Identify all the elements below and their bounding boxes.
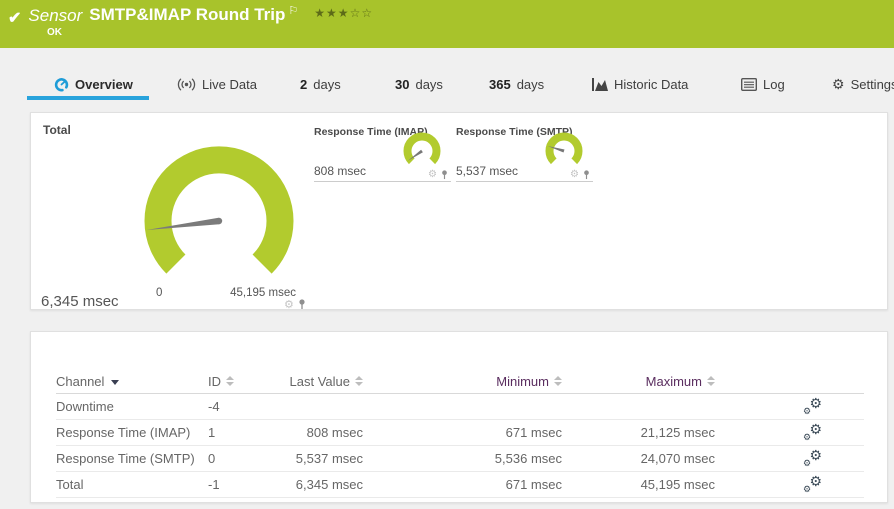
status-ok-check-icon: ✔ (8, 10, 22, 27)
channel-maximum (562, 394, 715, 420)
channel-last-value (248, 394, 363, 420)
column-header-channel-label: Channel (56, 374, 105, 389)
edit-channel-settings-icon[interactable]: ⚙ ⚙ (803, 422, 822, 442)
tab-historic-data[interactable]: Historic Data (592, 74, 688, 94)
object-type-label: Sensor (28, 6, 83, 25)
smtp-gauge-block: Response Time (SMTP) 5,537 msec ⚙ (456, 123, 593, 182)
total-gauge-actions[interactable]: ⚙ (284, 299, 307, 311)
column-header-maximum[interactable]: Maximum (562, 373, 715, 394)
tab-30-days-number: 30 (395, 76, 410, 92)
channel-id: -4 (208, 394, 248, 420)
pin-icon[interactable] (440, 170, 449, 180)
total-gauge-scale-min: 0 (156, 287, 163, 299)
tab-historic-data-label: Historic Data (614, 76, 689, 92)
total-gauge-title: Total (43, 123, 71, 137)
imap-gauge-value: 808 msec (314, 164, 367, 178)
area-chart-icon (592, 77, 608, 91)
channel-name: Response Time (SMTP) (56, 446, 208, 472)
total-gauge (144, 146, 294, 274)
channels-table-panel: Channel ID Last Value Minimum Maximum Do… (30, 331, 888, 503)
channel-id: 0 (208, 446, 248, 472)
tab-2-days-label: days (313, 76, 341, 92)
stars-filled: ★★★ (314, 6, 350, 20)
tab-log-label: Log (763, 76, 785, 92)
tab-365-days-label: days (516, 76, 545, 92)
column-header-last-value[interactable]: Last Value (248, 373, 363, 394)
total-gauge-scale-max: 45,195 msec (230, 287, 296, 299)
sort-toggle-icon (226, 376, 234, 386)
tab-settings-label: Settings (850, 76, 894, 92)
sort-toggle-icon (554, 376, 562, 386)
tab-live-data-label: Live Data (202, 76, 257, 92)
gauge-settings-gear-icon[interactable]: ⚙ (570, 170, 579, 180)
column-header-channel[interactable]: Channel (56, 373, 208, 394)
column-header-maximum-label: Maximum (645, 374, 702, 389)
channel-minimum: 671 msec (363, 420, 562, 446)
broadcast-icon (177, 78, 196, 90)
tab-settings[interactable]: ⚙ Settings (832, 74, 894, 94)
channel-minimum: 5,536 msec (363, 446, 562, 472)
column-header-actions (715, 373, 864, 394)
edit-channel-settings-icon[interactable]: ⚙ ⚙ (803, 474, 822, 494)
edit-channel-settings-icon[interactable]: ⚙ ⚙ (803, 396, 822, 416)
sensor-title: SMTP&IMAP Round Trip (89, 5, 286, 24)
channel-maximum: 21,125 msec (562, 420, 715, 446)
sort-descending-icon (111, 380, 120, 385)
channel-id: 1 (208, 420, 248, 446)
list-icon (741, 77, 757, 91)
channel-name: Downtime (56, 394, 208, 420)
pin-icon[interactable] (297, 299, 307, 310)
channel-last-value: 6,345 msec (248, 472, 363, 498)
gauge-icon (54, 77, 69, 91)
column-header-id[interactable]: ID (208, 373, 248, 394)
sensor-status-banner: ✔ Sensor SMTP&IMAP Round Trip ⚐ ★★★☆☆ OK (0, 0, 894, 48)
tab-2-days[interactable]: 2 days (300, 74, 341, 94)
tab-365-days[interactable]: 365 days (489, 74, 544, 94)
sort-toggle-icon (355, 376, 363, 386)
imap-gauge (403, 132, 441, 165)
smtp-gauge (545, 132, 583, 165)
channel-last-value: 808 msec (248, 420, 363, 446)
channel-name: Response Time (IMAP) (56, 420, 208, 446)
gauges-panel: Total 0 45,195 msec 6,345 msec ⚙ Respons… (30, 112, 888, 311)
channels-table: Channel ID Last Value Minimum Maximum Do… (56, 373, 864, 498)
tab-log[interactable]: Log (741, 74, 785, 94)
stars-empty: ☆☆ (349, 6, 374, 20)
priority-stars[interactable]: ★★★☆☆ (314, 6, 373, 20)
active-tab-underline (27, 96, 149, 100)
column-header-minimum[interactable]: Minimum (363, 373, 562, 394)
channel-id: -1 (208, 472, 248, 498)
gauge-settings-gear-icon[interactable]: ⚙ (284, 300, 294, 311)
imap-gauge-actions[interactable]: ⚙ (428, 170, 449, 180)
favorite-flag-icon[interactable]: ⚐ (288, 4, 298, 17)
tab-30-days[interactable]: 30 days (395, 74, 443, 94)
gear-icon: ⚙ (832, 76, 845, 92)
smtp-gauge-value: 5,537 msec (456, 164, 519, 178)
tab-2-days-number: 2 (300, 76, 308, 92)
smtp-gauge-actions[interactable]: ⚙ (570, 170, 591, 180)
edit-channel-settings-icon[interactable]: ⚙ ⚙ (803, 448, 822, 468)
imap-gauge-block: Response Time (IMAP) 808 msec ⚙ (314, 123, 451, 182)
tab-30-days-label: days (415, 76, 443, 92)
column-header-minimum-label: Minimum (496, 374, 549, 389)
channel-maximum: 45,195 msec (562, 472, 715, 498)
tab-365-days-number: 365 (489, 76, 511, 92)
status-badge: OK (47, 27, 62, 38)
tab-overview-label: Overview (75, 76, 133, 92)
gauge-settings-gear-icon[interactable]: ⚙ (428, 170, 437, 180)
channel-maximum: 24,070 msec (562, 446, 715, 472)
column-header-id-label: ID (208, 374, 221, 389)
tab-overview[interactable]: Overview (54, 74, 133, 94)
channel-minimum: 671 msec (363, 472, 562, 498)
channel-last-value: 5,537 msec (248, 446, 363, 472)
tab-live-data[interactable]: Live Data (177, 74, 257, 94)
channel-name: Total (56, 472, 208, 498)
pin-icon[interactable] (582, 170, 591, 180)
column-header-last-value-label: Last Value (289, 374, 350, 389)
channel-minimum (363, 394, 562, 420)
sort-toggle-icon (707, 376, 715, 386)
total-gauge-value: 6,345 msec (41, 293, 119, 310)
sensor-overview-page: ✔ Sensor SMTP&IMAP Round Trip ⚐ ★★★☆☆ OK… (0, 0, 894, 509)
